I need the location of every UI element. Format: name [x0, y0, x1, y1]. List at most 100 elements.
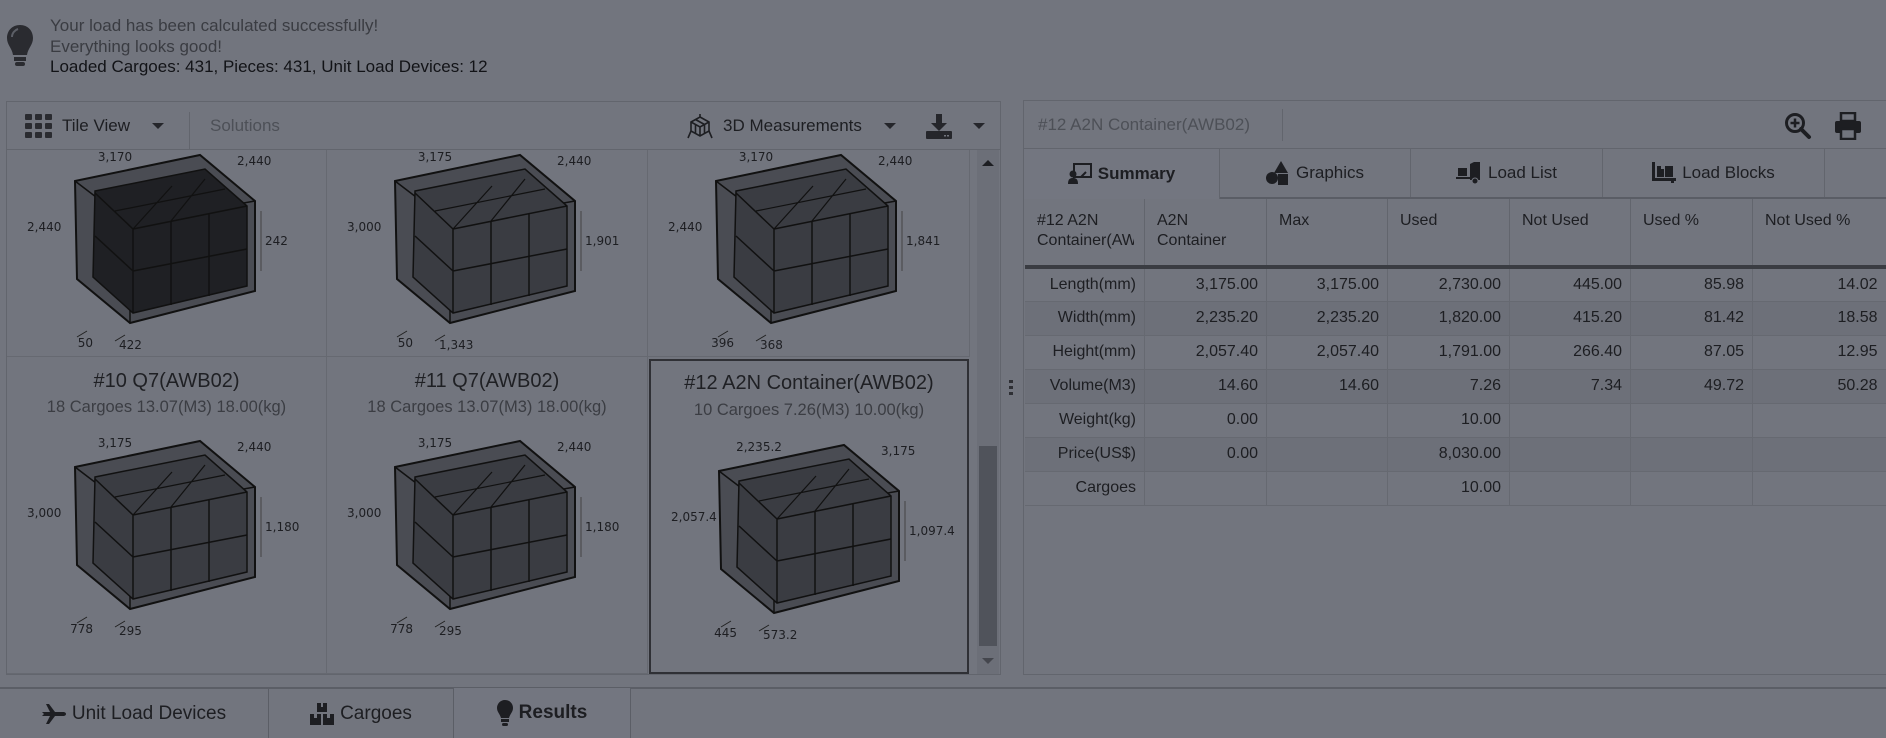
container-3d-diagram: 3,175 2,440 3,000 1,180 778 295 [347, 437, 619, 638]
cube-measure-icon [687, 114, 713, 139]
tab-results[interactable]: Results [454, 687, 631, 738]
dimension-label-right-top: 2,440 [557, 440, 591, 454]
tab-unit-load-devices[interactable]: Unit Load Devices [0, 689, 269, 738]
table-cell: 2,057.40 [1266, 335, 1388, 370]
details-title: #12 A2N Container(AWB02) [1038, 115, 1250, 134]
tiles-scrollbar[interactable] [977, 150, 999, 674]
dimension-label-bottom-left: 50 [78, 336, 93, 350]
dimension-label-bottom-left: 445 [714, 626, 737, 640]
column-header: #12 A2N Container(AWB02) [1025, 199, 1145, 269]
scroll-down-icon[interactable] [982, 658, 994, 664]
column-header: Max [1266, 199, 1388, 269]
table-cell [1509, 437, 1631, 472]
column-header: Not Used % [1752, 199, 1886, 269]
solutions-panel: Tile View Solutions 3D Measurements 3,17… [6, 101, 1001, 675]
dimension-label-top: 3,175 [98, 437, 132, 450]
notification-line-summary: Loaded Cargoes: 431, Pieces: 431, Unit L… [50, 57, 488, 76]
column-header: A2N Container [1144, 199, 1267, 269]
notification-line-success: Your load has been calculated successful… [50, 16, 379, 35]
tile-view-dropdown[interactable]: Tile View [25, 102, 165, 150]
chevron-down-icon [152, 123, 165, 129]
download-button[interactable] [925, 102, 953, 150]
container-3d-diagram: 3,175 2,440 3,000 1,180 778 295 [27, 437, 299, 638]
tab-graphics[interactable]: Graphics [1220, 149, 1411, 197]
dimension-label-right-side: 1,901 [585, 234, 619, 248]
print-button[interactable] [1834, 111, 1862, 145]
summary-icon [1067, 163, 1092, 184]
table-cell: 2,235.20 [1266, 301, 1388, 336]
row-label: Length(mm) [1025, 267, 1145, 302]
table-cell: 8,030.00 [1387, 437, 1510, 472]
details-header: #12 A2N Container(AWB02) [1024, 101, 1886, 149]
details-panel: #12 A2N Container(AWB02) Summary Graphic… [1023, 100, 1886, 675]
solution-tile[interactable]: #12 A2N Container(AWB02) 10 Cargoes 7.26(… [649, 359, 969, 674]
panel-splitter-handle[interactable] [1009, 380, 1015, 400]
measurements-dropdown[interactable]: 3D Measurements [687, 102, 896, 150]
table-cell: 85.98 [1630, 267, 1753, 302]
table-cell: 0.00 [1144, 437, 1267, 472]
table-cell: 14.60 [1266, 369, 1388, 404]
dimension-label-left: 3,000 [347, 220, 381, 234]
tile-title: #11 Q7(AWB02) [414, 370, 560, 392]
tab-load-blocks[interactable]: Load Blocks [1603, 149, 1825, 197]
dimension-label-left: 2,440 [668, 220, 702, 234]
summary-header-row: #12 A2N Container(AWB02) A2N Container M… [1025, 199, 1886, 269]
summary-row: Cargoes 10.00 [1025, 471, 1886, 506]
summary-row: Length(mm) 3,175.00 3,175.00 2,730.00 445.00… [1025, 267, 1886, 302]
scroll-up-icon[interactable] [982, 160, 994, 166]
tab-summary[interactable]: Summary [1024, 149, 1220, 199]
dimension-label-top: 3,175 [418, 437, 452, 450]
forklift-icon [1456, 162, 1480, 184]
dimension-label-bottom-left: 396 [711, 336, 734, 350]
download-options-dropdown[interactable] [973, 102, 985, 150]
table-cell [1266, 471, 1388, 506]
zoom-in-button[interactable] [1784, 112, 1812, 145]
tab-summary-label: Summary [1097, 164, 1176, 183]
solution-tile[interactable]: 3,175 2,440 3,000 1,901 50 1,343 [327, 150, 648, 357]
table-cell: 12.95 [1752, 335, 1886, 370]
dimension-label-right-top: 2,440 [237, 440, 271, 454]
container-3d-diagram: 3,170 2,440 2,440 242 50 422 [27, 151, 288, 352]
dimension-label-bottom-right: 1,343 [439, 338, 473, 352]
row-label: Cargoes [1025, 471, 1145, 506]
container-3d-diagram: 2,235.2 3,175 2,057.4 1,097.4 445 573.2 [671, 441, 955, 642]
shapes-icon [1265, 161, 1288, 185]
solutions-toolbar: Tile View Solutions 3D Measurements [7, 102, 1000, 150]
zoom-in-icon [1785, 113, 1811, 139]
chevron-down-icon [883, 123, 896, 129]
dimension-label-left: 3,000 [347, 506, 381, 520]
dimension-label-bottom-right: 295 [439, 624, 462, 638]
dimension-label-right-side: 1,097.4 [909, 524, 955, 538]
table-cell [1509, 471, 1631, 506]
scrollbar-thumb[interactable] [979, 446, 997, 646]
table-cell: 0.00 [1144, 403, 1267, 438]
solution-tile[interactable]: 3,170 2,440 2,440 242 50 422 [7, 150, 327, 357]
tab-cargoes[interactable]: Cargoes [269, 689, 454, 738]
solution-tile[interactable]: 3,170 2,440 2,440 1,841 396 368 [648, 150, 970, 357]
dimension-label-right-top: 2,440 [557, 154, 591, 168]
row-label: Volume(M3) [1025, 369, 1145, 404]
table-cell [1630, 403, 1753, 438]
dimension-label-right-top: 2,440 [237, 154, 271, 168]
main-tabs: Unit Load Devices Cargoes Results [0, 687, 1886, 738]
table-cell: 10.00 [1387, 471, 1510, 506]
header-divider [1282, 109, 1283, 141]
solutions-label: Solutions [210, 116, 280, 135]
dimension-label-right-side: 242 [265, 234, 288, 248]
solution-tile[interactable]: #10 Q7(AWB02) 18 Cargoes 13.07(M3) 18.00(… [7, 357, 327, 674]
dimension-label-right-side: 1,180 [585, 520, 619, 534]
tab-load-list[interactable]: Load List [1411, 149, 1603, 197]
table-cell [1266, 437, 1388, 472]
download-icon [926, 114, 952, 139]
details-tabs: Summary Graphics Load List Load Blocks [1024, 149, 1886, 199]
summary-row: Height(mm) 2,057.40 2,057.40 1,791.00 266.40… [1025, 335, 1886, 370]
table-cell: 10.00 [1387, 403, 1510, 438]
tile-subtitle: 10 Cargoes 7.26(M3) 10.00(kg) [693, 401, 925, 419]
table-cell: 1,791.00 [1387, 335, 1510, 370]
table-cell: 1,820.00 [1387, 301, 1510, 336]
dimension-label-left: 2,057.4 [671, 510, 717, 524]
measurements-label: 3D Measurements [723, 116, 862, 135]
solution-tile[interactable]: #11 Q7(AWB02) 18 Cargoes 13.07(M3) 18.00(… [327, 357, 648, 674]
table-cell: 81.42 [1630, 301, 1753, 336]
airplane-icon [41, 703, 66, 724]
